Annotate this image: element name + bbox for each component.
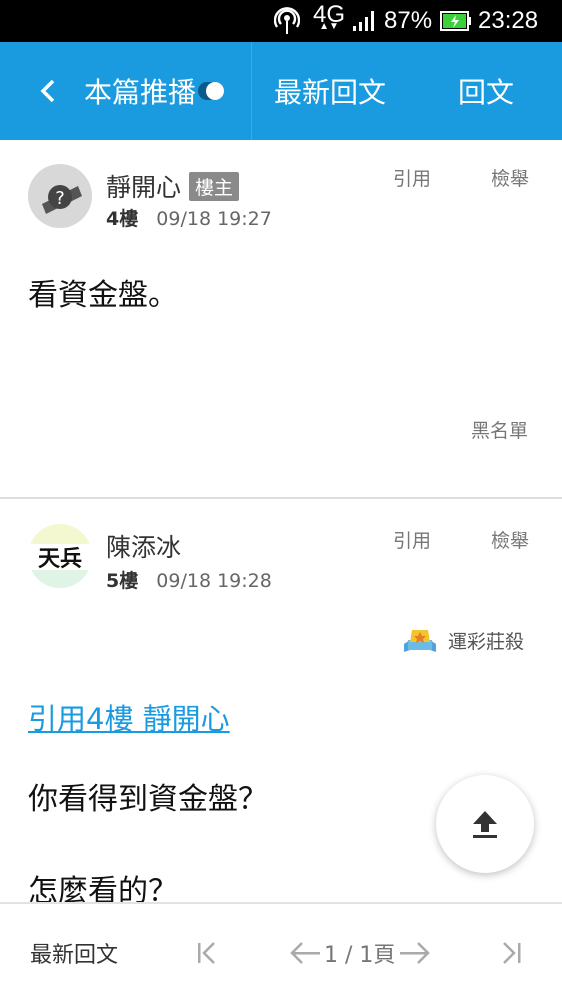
upload-arrow-icon <box>473 811 497 838</box>
quote-button[interactable]: 引用 <box>393 526 431 553</box>
medal-icon <box>404 630 436 652</box>
author-name[interactable]: 陳添冰 <box>106 528 181 564</box>
post-time: 09/18 19:28 <box>156 570 272 592</box>
next-page-icon[interactable] <box>398 904 430 1000</box>
battery-percent: 87% <box>384 7 433 34</box>
back-button[interactable] <box>28 42 68 140</box>
report-button[interactable]: 檢舉 <box>491 526 529 553</box>
post-meta: 5樓 09/18 19:28 <box>106 566 272 593</box>
post-divider <box>0 497 562 499</box>
avatar[interactable]: 天兵 <box>28 524 92 588</box>
bottom-bar: 最新回文 1 / 1頁 <box>0 902 562 1000</box>
chevron-left-icon <box>40 79 55 103</box>
clock: 23:28 <box>478 7 539 34</box>
latest-reply-button[interactable]: 最新回文 <box>274 42 386 140</box>
reply-button[interactable]: 回文 <box>458 42 514 140</box>
first-page-icon[interactable] <box>194 904 220 1000</box>
floor-number: 4樓 <box>106 208 139 230</box>
scroll-top-button[interactable] <box>436 775 534 873</box>
blacklist-button[interactable]: 黑名單 <box>471 416 528 443</box>
post-floor-4: ? 靜開心 樓主 4樓 09/18 19:27 引用 檢舉 看資金盤。 黑名單 <box>0 140 562 498</box>
network-type: 4G ▲▼ <box>313 1 346 33</box>
user-badge[interactable]: 運彩莊殺 <box>402 626 524 654</box>
battery-icon <box>440 0 474 42</box>
post-body-line: 你看得到資金盤？ <box>28 782 268 817</box>
post-time: 09/18 19:27 <box>156 208 272 230</box>
badge-label: 運彩莊殺 <box>448 630 525 653</box>
floor-number: 5樓 <box>106 570 139 592</box>
svg-text:?: ? <box>55 188 65 209</box>
post-body: 看資金盤。 <box>28 278 178 313</box>
status-bar: 4G ▲▼ 87% 23:28 <box>0 0 562 42</box>
app-bar: 本篇推播 最新回文 回文 <box>0 42 562 140</box>
last-page-icon[interactable] <box>498 904 524 1000</box>
push-toggle[interactable] <box>198 82 224 100</box>
latest-reply-button[interactable]: 最新回文 <box>30 904 118 1000</box>
page-indicator[interactable]: 1 / 1頁 <box>324 904 395 1000</box>
post-meta: 4樓 09/18 19:27 <box>106 204 272 231</box>
avatar[interactable]: ? <box>28 164 92 228</box>
author-name[interactable]: 靜開心 樓主 <box>106 168 240 204</box>
report-button[interactable]: 檢舉 <box>491 164 529 191</box>
hotspot-icon <box>270 0 304 42</box>
prev-page-icon[interactable] <box>290 904 322 1000</box>
signal-icon <box>352 0 382 42</box>
op-badge: 樓主 <box>189 171 240 201</box>
quote-button[interactable]: 引用 <box>393 164 431 191</box>
app-bar-divider <box>251 42 252 140</box>
svg-text:天兵: 天兵 <box>38 547 82 572</box>
quote-link[interactable]: 引用4樓 靜開心 <box>28 696 230 738</box>
toggle-knob <box>206 82 224 100</box>
page-title: 本篇推播 <box>84 76 197 109</box>
